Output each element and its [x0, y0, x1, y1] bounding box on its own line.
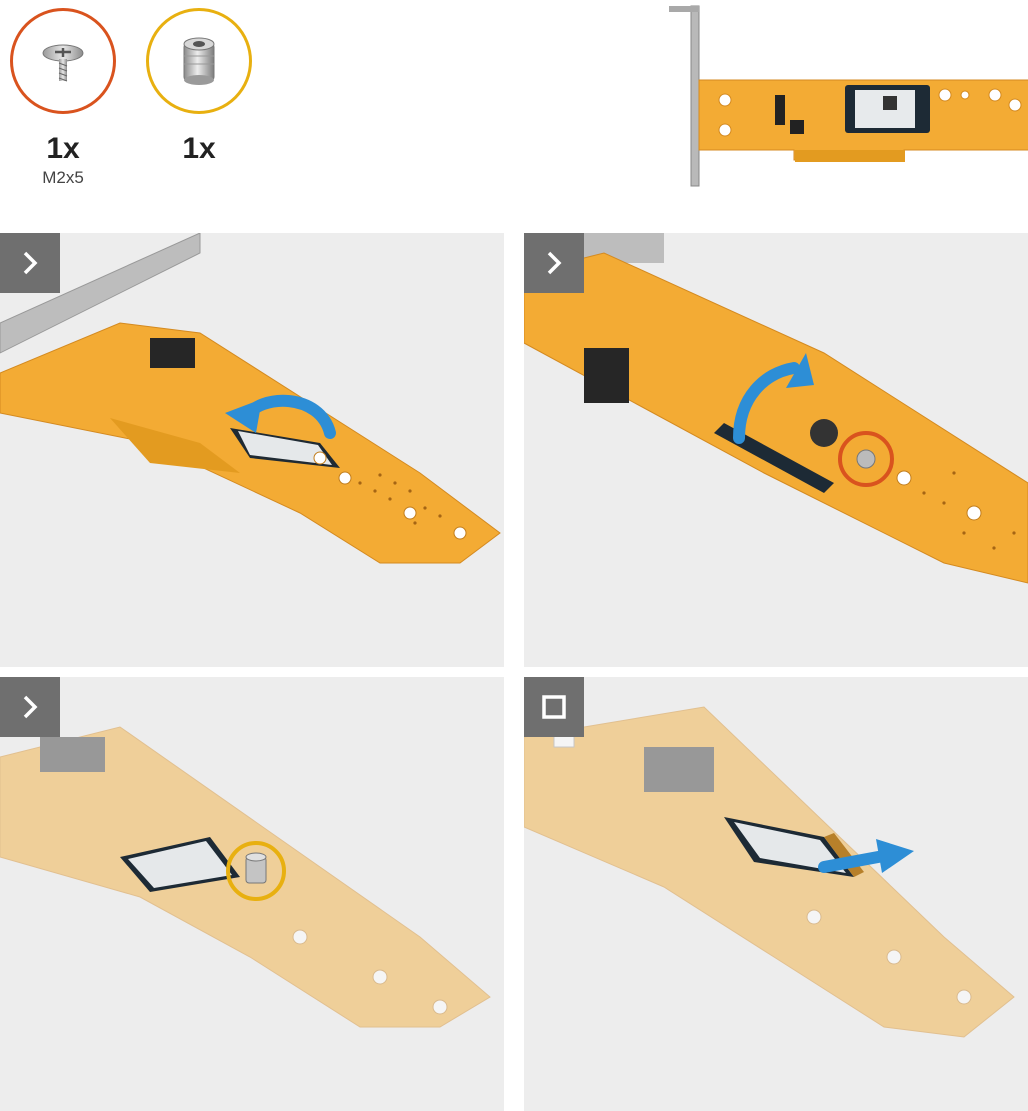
next-step-badge	[0, 677, 60, 737]
step-3-illustration	[0, 726, 491, 1028]
stop-step-icon	[542, 695, 566, 719]
step-4-illustration	[524, 706, 1015, 1038]
step-4-panel	[524, 677, 1028, 1111]
step-2-panel	[524, 233, 1028, 667]
screw-spec: M2x5	[42, 168, 84, 187]
screw-part-ring	[10, 8, 116, 114]
adapter-card-image	[669, 5, 1028, 187]
step-1-panel	[0, 233, 504, 667]
step-3-panel	[0, 677, 504, 1111]
standoff-icon	[183, 37, 215, 85]
next-step-badge	[0, 233, 60, 293]
screw-icon	[42, 44, 84, 82]
next-step-icon	[23, 695, 38, 719]
standoff-quantity: 1x	[182, 132, 216, 165]
standoff-part-ring	[146, 8, 252, 114]
stop-step-badge	[524, 677, 584, 737]
next-step-icon	[547, 251, 562, 275]
screw-quantity: 1x	[46, 132, 80, 165]
step-2-illustration	[524, 233, 1028, 584]
next-step-badge	[524, 233, 584, 293]
next-step-icon	[23, 251, 38, 275]
step-1-illustration	[0, 233, 501, 564]
